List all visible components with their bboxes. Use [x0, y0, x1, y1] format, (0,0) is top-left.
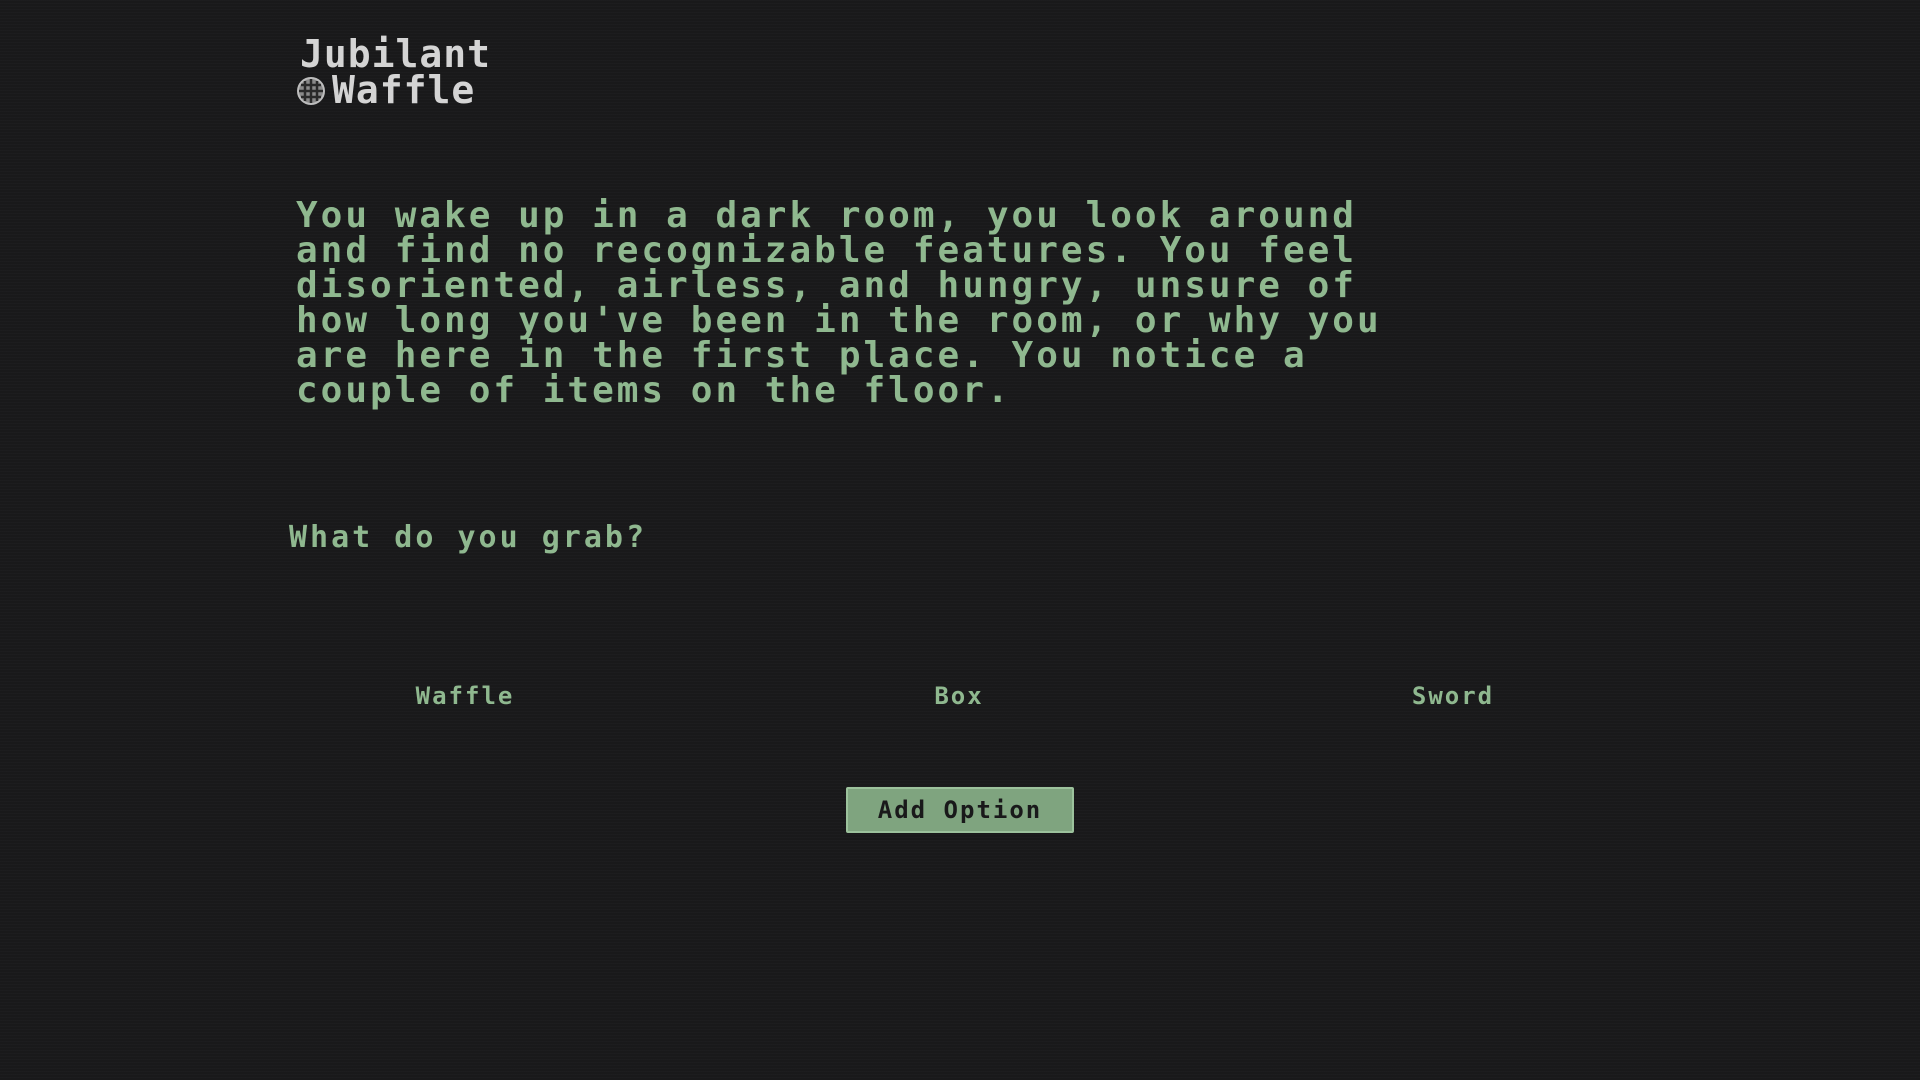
choice-prompt: What do you grab?	[289, 520, 648, 555]
option-sword[interactable]: Sword	[1412, 682, 1494, 710]
waffle-icon	[297, 77, 325, 105]
add-option-button[interactable]: Add Option	[846, 787, 1074, 833]
logo-title-line-2: Waffle	[332, 68, 476, 112]
logo-title-line-1: Jubilant	[300, 32, 492, 76]
app-logo: Jubilant Waffle	[296, 32, 496, 112]
option-waffle[interactable]: Waffle	[416, 682, 515, 710]
option-box[interactable]: Box	[934, 682, 983, 710]
crt-scanlines-overlay	[0, 0, 1920, 1080]
story-text: You wake up in a dark room, you look aro…	[296, 195, 1382, 411]
